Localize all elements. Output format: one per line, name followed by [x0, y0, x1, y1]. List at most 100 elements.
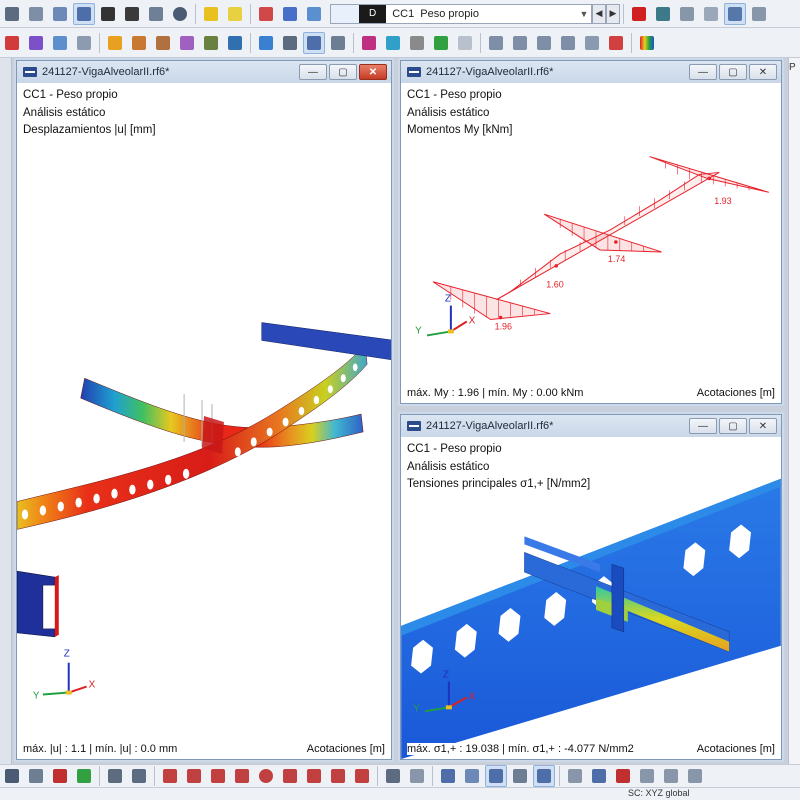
- result-type-label: Desplazamientos |u| [mm]: [23, 124, 156, 136]
- pen-icon[interactable]: [581, 32, 603, 54]
- close-button[interactable]: ✕: [749, 64, 777, 80]
- solid-icon[interactable]: [49, 32, 71, 54]
- node-snap-icon[interactable]: [104, 765, 126, 787]
- polyline-icon[interactable]: [183, 765, 205, 787]
- globe-icon[interactable]: [169, 3, 191, 25]
- ellipse-icon[interactable]: [279, 765, 301, 787]
- color-scale-icon[interactable]: [636, 32, 658, 54]
- line-icon[interactable]: [454, 32, 476, 54]
- sheet-icon[interactable]: [461, 765, 483, 787]
- panel-icon[interactable]: [485, 765, 507, 787]
- color-icon[interactable]: [382, 32, 404, 54]
- loadcase-selector[interactable]: D CC1 Peso propio ▼: [330, 3, 592, 24]
- line-tool-icon[interactable]: [159, 765, 181, 787]
- surface-load-icon[interactable]: [176, 32, 198, 54]
- minimize-button[interactable]: —: [299, 64, 327, 80]
- chevron-down-icon[interactable]: ▼: [577, 9, 591, 19]
- menu-icon[interactable]: [1, 3, 23, 25]
- loadcase-label: CC1 - Peso propio: [23, 89, 118, 101]
- previous-loadcase-button[interactable]: ◀: [592, 3, 606, 24]
- numbering-icon[interactable]: [128, 765, 150, 787]
- intersect-icon[interactable]: [351, 765, 373, 787]
- support-icon[interactable]: [724, 2, 746, 25]
- side-panel[interactable]: P: [788, 58, 800, 764]
- magnet-snap-icon[interactable]: [612, 765, 634, 787]
- wireframe-icon[interactable]: [327, 32, 349, 54]
- filter-icon[interactable]: [255, 32, 277, 54]
- magnet-icon[interactable]: [358, 32, 380, 54]
- separator: [480, 32, 481, 53]
- grid-icon[interactable]: [25, 765, 47, 787]
- member-icon[interactable]: [25, 32, 47, 54]
- object-snap-icon[interactable]: [49, 765, 71, 787]
- moments-viewport[interactable]: CC1 - Peso propio Análisis estático Mome…: [401, 83, 781, 403]
- nurbs-icon[interactable]: [327, 765, 349, 787]
- close-button[interactable]: ✕: [359, 64, 387, 80]
- displacement-window[interactable]: 241127-VigaAlveolarII.rf6* — ▢ ✕ CC1 - P…: [16, 60, 392, 760]
- table-view-icon[interactable]: [437, 765, 459, 787]
- values-icon[interactable]: [303, 3, 325, 25]
- minimize-button[interactable]: —: [689, 64, 717, 80]
- load-icon[interactable]: [104, 32, 126, 54]
- circle-icon[interactable]: [255, 765, 277, 787]
- xyz-icon[interactable]: [676, 3, 698, 25]
- ortho-icon[interactable]: [588, 765, 610, 787]
- results-panel-icon[interactable]: [533, 765, 555, 787]
- render-icon[interactable]: [303, 31, 325, 54]
- more-icon[interactable]: [406, 765, 428, 787]
- box-icon[interactable]: [406, 32, 428, 54]
- select-icon[interactable]: [382, 765, 404, 787]
- dropdown-icon[interactable]: [224, 3, 246, 25]
- dimension-icon[interactable]: [485, 32, 507, 54]
- workplane-icon[interactable]: [73, 765, 95, 787]
- results-icon[interactable]: [255, 3, 277, 25]
- report-icon[interactable]: [73, 2, 95, 25]
- imposed-icon[interactable]: [224, 32, 246, 54]
- navigator-icon[interactable]: [509, 765, 531, 787]
- script-icon[interactable]: [97, 3, 119, 25]
- chart-icon[interactable]: [49, 3, 71, 25]
- next-loadcase-button[interactable]: ▶: [606, 3, 620, 24]
- table-icon[interactable]: [25, 3, 47, 25]
- tree-icon[interactable]: [430, 32, 452, 54]
- paint-icon[interactable]: [605, 32, 627, 54]
- stresses-viewport[interactable]: CC1 - Peso propio Análisis estático Tens…: [401, 437, 781, 759]
- angle-icon[interactable]: [509, 32, 531, 54]
- section-icon[interactable]: [279, 32, 301, 54]
- arc-icon[interactable]: [207, 765, 229, 787]
- box-select-icon[interactable]: [636, 765, 658, 787]
- displacement-viewport[interactable]: CC1 - Peso propio Análisis estático Desp…: [17, 83, 391, 759]
- window-titlebar[interactable]: 241127-VigaAlveolarII.rf6* — ▢ ✕: [401, 415, 781, 437]
- stresses-window[interactable]: 241127-VigaAlveolarII.rf6* — ▢ ✕ CC1 - P…: [400, 414, 782, 760]
- xzx-icon[interactable]: [700, 3, 722, 25]
- maximize-button[interactable]: ▢: [329, 64, 357, 80]
- close-button[interactable]: ✕: [749, 418, 777, 434]
- maximize-button[interactable]: ▢: [719, 64, 747, 80]
- parabola-icon[interactable]: [303, 765, 325, 787]
- xxx-icon[interactable]: [748, 3, 770, 25]
- window-titlebar[interactable]: 241127-VigaAlveolarII.rf6* — ▢ ✕: [17, 61, 391, 83]
- document-icon[interactable]: [145, 3, 167, 25]
- cross-select-icon[interactable]: [660, 765, 682, 787]
- left-dock: [0, 58, 12, 764]
- moments-window[interactable]: 241127-VigaAlveolarII.rf6* — ▢ ✕ CC1 - P…: [400, 60, 782, 404]
- node-icon[interactable]: [1, 32, 23, 54]
- spline-icon[interactable]: [231, 765, 253, 787]
- maximize-button[interactable]: ▢: [719, 418, 747, 434]
- beam-load-icon[interactable]: [128, 32, 150, 54]
- measure-icon[interactable]: [533, 32, 555, 54]
- line-load-icon[interactable]: [152, 32, 174, 54]
- view-icon[interactable]: [652, 3, 674, 25]
- free-load-icon[interactable]: [200, 32, 222, 54]
- window-titlebar[interactable]: 241127-VigaAlveolarII.rf6* — ▢ ✕: [401, 61, 781, 83]
- support-node-icon[interactable]: [73, 32, 95, 54]
- minimize-button[interactable]: —: [689, 418, 717, 434]
- coordinate-icon[interactable]: [564, 765, 586, 787]
- delete-results-icon[interactable]: [628, 3, 650, 25]
- snap-icon[interactable]: [1, 765, 23, 787]
- surface-icon[interactable]: [200, 3, 222, 25]
- calculator-icon[interactable]: [121, 3, 143, 25]
- deform-icon[interactable]: [279, 3, 301, 25]
- window-select-icon[interactable]: [684, 765, 706, 787]
- guide-icon[interactable]: [557, 32, 579, 54]
